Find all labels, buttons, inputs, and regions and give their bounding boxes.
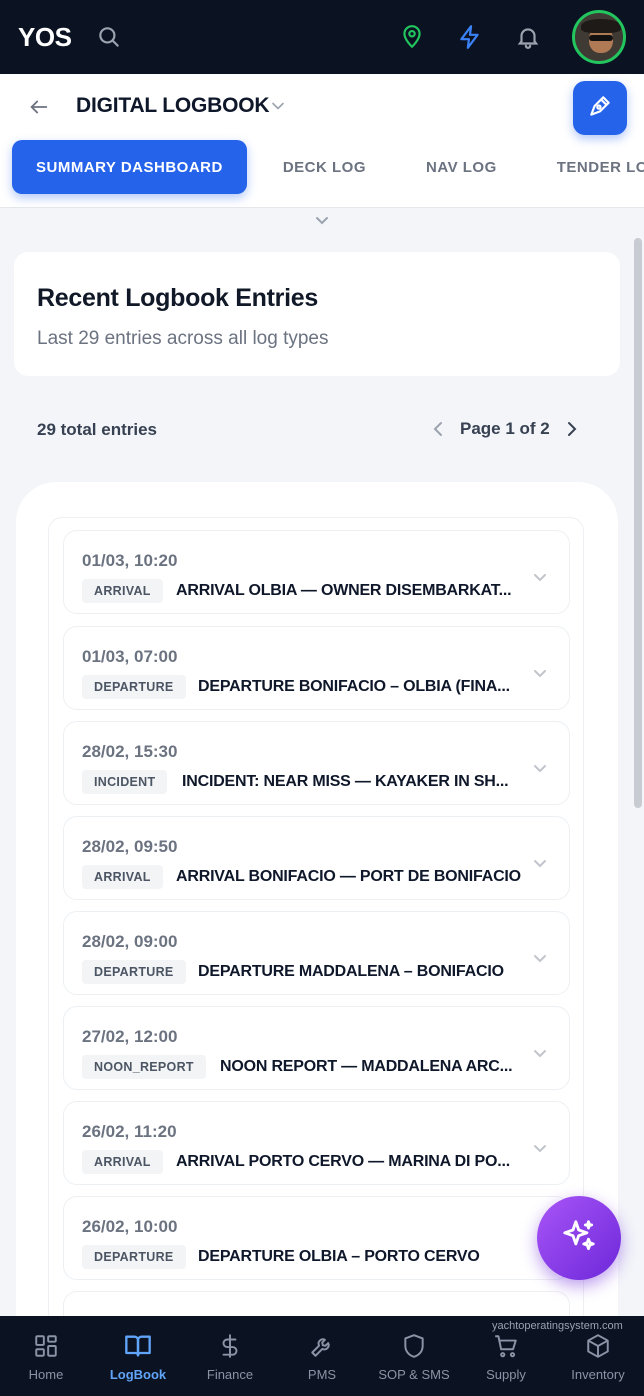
chevron-down-icon[interactable] — [532, 762, 548, 774]
chevron-down-icon[interactable] — [268, 96, 288, 116]
entry-date: 28/02, 15:30 — [82, 742, 178, 761]
entry-date: 28/02, 09:00 — [82, 932, 178, 951]
avatar-hat — [581, 19, 621, 33]
chevron-down-icon[interactable] — [532, 667, 548, 679]
log-entry[interactable]: 01/03, 10:20 ARRIVAL ARRIVAL OLBIA — OWN… — [63, 530, 570, 614]
summary-card: Recent Logbook Entries Last 29 entries a… — [14, 252, 620, 376]
entry-type-badge: ARRIVAL — [82, 1150, 163, 1174]
wrench-icon — [307, 1331, 337, 1361]
log-entry[interactable]: 26/02, 11:20 ARRIVAL ARRIVAL PORTO CERVO… — [63, 1101, 570, 1185]
log-entry[interactable]: 28/02, 15:30 INCIDENT INCIDENT: NEAR MIS… — [63, 721, 570, 805]
nav-finance[interactable]: Finance — [184, 1316, 276, 1396]
entry-title: INCIDENT: NEAR MISS — KAYAKER IN SH... — [182, 773, 509, 790]
entry-title: DEPARTURE BONIFACIO – OLBIA (FINA... — [198, 678, 510, 695]
chevron-down-icon[interactable] — [532, 571, 548, 583]
entry-date: 28/02, 09:50 — [82, 837, 178, 856]
chevron-down-icon[interactable] — [532, 952, 548, 964]
chevron-right-icon[interactable] — [562, 416, 582, 442]
scrollbar[interactable] — [634, 238, 642, 808]
entry-type-badge: ARRIVAL — [82, 865, 163, 889]
tab-summary-dashboard[interactable]: SUMMARY DASHBOARD — [12, 140, 247, 194]
site-url: yachtoperatingsystem.com — [492, 1320, 623, 1332]
entry-type-badge: ARRIVAL — [82, 579, 163, 603]
nav-label: PMS — [307, 1366, 337, 1382]
log-entry[interactable]: 28/02, 09:00 DEPARTURE DEPARTURE MADDALE… — [63, 911, 570, 995]
chevron-left-icon[interactable] — [428, 416, 448, 442]
dollar-icon — [215, 1331, 245, 1361]
avatar[interactable] — [572, 10, 626, 64]
nav-pms[interactable]: PMS — [276, 1316, 368, 1396]
log-entry[interactable] — [63, 1291, 570, 1316]
sign-log-button[interactable] — [573, 81, 627, 135]
entry-date: 26/02, 11:20 — [82, 1122, 177, 1141]
log-entry[interactable]: 27/02, 12:00 NOON_REPORT NOON REPORT — M… — [63, 1006, 570, 1090]
entry-title: ARRIVAL PORTO CERVO — MARINA DI PO... — [176, 1153, 510, 1170]
section-subtitle: Last 29 entries across all log types — [37, 328, 329, 349]
entry-title: DEPARTURE OLBIA – PORTO CERVO — [198, 1248, 480, 1265]
section-title: Recent Logbook Entries — [37, 284, 318, 312]
shield-icon — [399, 1331, 429, 1361]
entry-date: 26/02, 10:00 — [82, 1217, 178, 1236]
pen-nib-icon — [587, 93, 613, 124]
box-icon — [583, 1331, 613, 1361]
nav-logbook[interactable]: LogBook — [92, 1316, 184, 1396]
nav-label: Supply — [486, 1366, 526, 1382]
sparkle-icon — [560, 1217, 598, 1260]
top-actions — [398, 10, 626, 64]
location-pin-icon[interactable] — [398, 23, 426, 51]
log-entry[interactable]: 01/03, 07:00 DEPARTURE DEPARTURE BONIFAC… — [63, 626, 570, 710]
nav-label: LogBook — [109, 1366, 167, 1382]
nav-label: Inventory — [571, 1366, 625, 1382]
nav-label: SOP & SMS — [378, 1366, 450, 1382]
grid-icon — [31, 1331, 61, 1361]
pagination: Page 1 of 2 — [428, 416, 582, 442]
chevron-down-icon[interactable] — [532, 1142, 548, 1154]
lightning-icon[interactable] — [456, 23, 484, 51]
log-tabs: SUMMARY DASHBOARD DECK LOG NAV LOG TENDE… — [12, 140, 644, 194]
search-icon[interactable] — [95, 23, 123, 51]
ai-assistant-button[interactable] — [537, 1196, 621, 1280]
nav-label: Finance — [206, 1366, 254, 1382]
back-arrow-icon[interactable] — [26, 94, 52, 120]
page-indicator: Page 1 of 2 — [460, 419, 550, 438]
tab-nav-log[interactable]: NAV LOG — [408, 140, 515, 194]
tab-tender-log[interactable]: TENDER LO — [539, 140, 644, 194]
total-entries-count: 29 total entries — [37, 420, 157, 439]
entry-type-badge: INCIDENT — [82, 770, 168, 794]
entry-title: ARRIVAL BONIFACIO — PORT DE BONIFACIO — [176, 868, 521, 885]
page-title[interactable]: DIGITAL LOGBOOK — [76, 94, 270, 118]
entry-type-badge: DEPARTURE — [82, 960, 186, 984]
chevron-down-icon[interactable] — [532, 1047, 548, 1059]
entry-title: ARRIVAL OLBIA — OWNER DISEMBARKAT... — [176, 582, 512, 599]
entry-type-badge: NOON_REPORT — [82, 1055, 206, 1079]
cart-icon — [491, 1331, 521, 1361]
tab-deck-log[interactable]: DECK LOG — [265, 140, 384, 194]
nav-label: Home — [28, 1366, 64, 1382]
entry-type-badge: DEPARTURE — [82, 675, 186, 699]
entry-date: 01/03, 07:00 — [82, 647, 178, 666]
log-entry[interactable]: 28/02, 09:50 ARRIVAL ARRIVAL BONIFACIO —… — [63, 816, 570, 900]
chevron-down-icon[interactable] — [532, 857, 548, 869]
chevron-down-icon[interactable] — [314, 214, 330, 226]
nav-sop-sms[interactable]: SOP & SMS — [368, 1316, 460, 1396]
book-icon — [123, 1331, 153, 1361]
entry-title: NOON REPORT — MADDALENA ARC... — [220, 1058, 513, 1075]
entry-date: 27/02, 12:00 — [82, 1027, 178, 1046]
bell-icon[interactable] — [514, 23, 542, 51]
entry-title: DEPARTURE MADDALENA – BONIFACIO — [198, 963, 504, 980]
avatar-glasses — [589, 35, 613, 41]
entry-type-badge: DEPARTURE — [82, 1245, 186, 1269]
top-bar: YOS — [0, 0, 644, 74]
brand-logo[interactable]: YOS — [18, 22, 72, 53]
page-header: DIGITAL LOGBOOK SUMMARY DASHBOARD DECK L… — [0, 74, 644, 208]
log-entry[interactable]: 26/02, 10:00 DEPARTURE DEPARTURE OLBIA –… — [63, 1196, 570, 1280]
nav-home[interactable]: Home — [0, 1316, 92, 1396]
entry-date: 01/03, 10:20 — [82, 551, 178, 570]
